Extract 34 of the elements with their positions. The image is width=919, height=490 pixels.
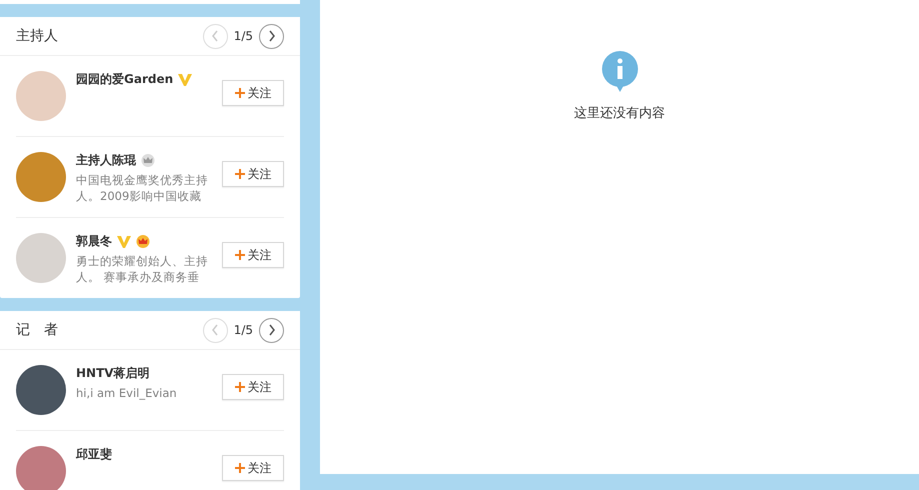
follow-button[interactable]: 关注: [222, 242, 284, 268]
chevron-right-icon: [268, 30, 276, 42]
avatar-placeholder[interactable]: [16, 365, 66, 415]
section-title: 主持人: [16, 27, 59, 45]
section-title: 记 者: [16, 321, 59, 339]
plus-icon: [234, 169, 244, 179]
next-button[interactable]: [259, 24, 284, 48]
user-name[interactable]: 主持人陈琨: [76, 152, 136, 169]
next-button[interactable]: [259, 318, 284, 342]
chevron-left-icon: [211, 324, 220, 336]
info-icon: [600, 50, 638, 94]
user-name[interactable]: 郭晨冬: [76, 233, 112, 250]
follow-button[interactable]: 关注: [222, 161, 284, 187]
user-bio: hi,i am Evil_Evian: [76, 385, 178, 401]
user-name[interactable]: 园园的爱Garden: [76, 71, 174, 88]
chevron-left-icon: [211, 30, 220, 42]
user-bio: 勇士的荣耀创始人、主持人。 赛事承办及商务垂: [76, 253, 209, 285]
page-indicator: 1/5: [234, 323, 253, 337]
plus-icon: [234, 382, 244, 392]
page-indicator: 1/5: [234, 29, 253, 43]
follow-button[interactable]: 关注: [222, 80, 284, 106]
previous-button[interactable]: [202, 318, 228, 342]
follow-button[interactable]: 关注: [222, 374, 284, 400]
user-bio: 中国电视金鹰奖优秀主持人。2009影响中国收藏: [76, 172, 209, 204]
follow-button[interactable]: 关注: [222, 455, 284, 481]
user-name[interactable]: 邱亚斐: [76, 446, 112, 463]
plus-icon: [234, 88, 244, 98]
avatar-placeholder[interactable]: [16, 446, 66, 490]
user-name[interactable]: HNTV蒋启明: [76, 365, 150, 382]
plus-icon: [234, 250, 244, 260]
previous-button[interactable]: [202, 24, 228, 48]
plus-icon: [234, 463, 244, 473]
empty-message: 这里还没有内容: [574, 105, 665, 122]
chevron-right-icon: [268, 324, 276, 336]
